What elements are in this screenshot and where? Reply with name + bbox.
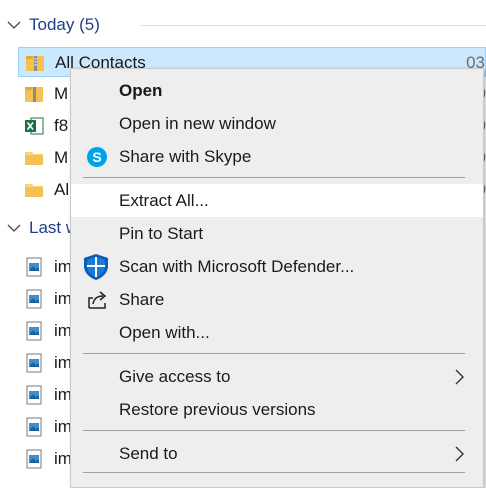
- menu-label: Restore previous versions: [119, 400, 316, 419]
- defender-shield-icon: [84, 254, 108, 280]
- menu-label: Share with Skype: [119, 147, 252, 166]
- chevron-down-icon[interactable]: [6, 220, 22, 236]
- file-name: M: [54, 84, 69, 103]
- svg-text:S: S: [92, 149, 101, 165]
- file-name: M: [54, 148, 69, 167]
- menu-separator: [83, 472, 465, 473]
- menu-item-share-skype[interactable]: S Share with Skype: [71, 140, 483, 173]
- image-file-icon: [26, 321, 42, 341]
- menu-item-extract-all[interactable]: Extract All...: [71, 184, 483, 217]
- file-name: f8: [54, 116, 69, 135]
- menu-label: Scan with Microsoft Defender...: [119, 257, 355, 276]
- menu-item-restore-versions[interactable]: Restore previous versions: [71, 393, 483, 426]
- chevron-down-icon[interactable]: [6, 17, 22, 33]
- group-header-today[interactable]: Today (5): [0, 11, 486, 39]
- menu-label: Give access to: [119, 367, 231, 386]
- image-file-icon: [26, 289, 42, 309]
- skype-icon: S: [87, 147, 107, 167]
- menu-item-open-new-window[interactable]: Open in new window: [71, 107, 483, 140]
- menu-label: Send to: [119, 444, 178, 463]
- chevron-right-icon: [455, 446, 464, 462]
- menu-separator: [83, 430, 465, 431]
- menu-item-pin-to-start[interactable]: Pin to Start: [71, 217, 483, 250]
- folder-icon: [25, 184, 43, 197]
- image-file-icon: [26, 353, 42, 373]
- share-icon: [88, 291, 107, 309]
- chevron-right-icon: [455, 369, 464, 385]
- image-file-icon: [26, 417, 42, 437]
- folder-icon: [25, 152, 43, 165]
- excel-icon: [25, 117, 44, 135]
- menu-label: Open with...: [119, 323, 210, 342]
- menu-item-open-with[interactable]: Open with...: [71, 316, 483, 349]
- menu-label: Share: [119, 290, 165, 309]
- menu-item-scan-defender[interactable]: Scan with Microsoft Defender...: [71, 250, 483, 283]
- file-name: Al: [54, 180, 70, 199]
- menu-separator: [83, 353, 465, 354]
- menu-item-send-to[interactable]: Send to: [71, 437, 483, 470]
- menu-label: Open in new window: [119, 114, 276, 133]
- zip-folder-icon: [26, 56, 44, 71]
- menu-label: Extract All...: [119, 191, 209, 210]
- menu-item-share[interactable]: Share: [71, 283, 483, 316]
- zip-folder-icon: [25, 87, 43, 102]
- group-divider: [140, 25, 486, 26]
- context-menu: Open Open in new window S Share with Sky…: [70, 68, 484, 488]
- image-file-icon: [26, 449, 42, 469]
- menu-item-give-access[interactable]: Give access to: [71, 360, 483, 393]
- menu-label: Pin to Start: [119, 224, 204, 243]
- menu-label: Open: [119, 81, 163, 100]
- image-file-icon: [26, 385, 42, 405]
- menu-separator: [83, 177, 465, 178]
- menu-item-open[interactable]: Open: [71, 74, 483, 107]
- image-file-icon: [26, 257, 42, 277]
- group-title: Today (5): [29, 15, 100, 34]
